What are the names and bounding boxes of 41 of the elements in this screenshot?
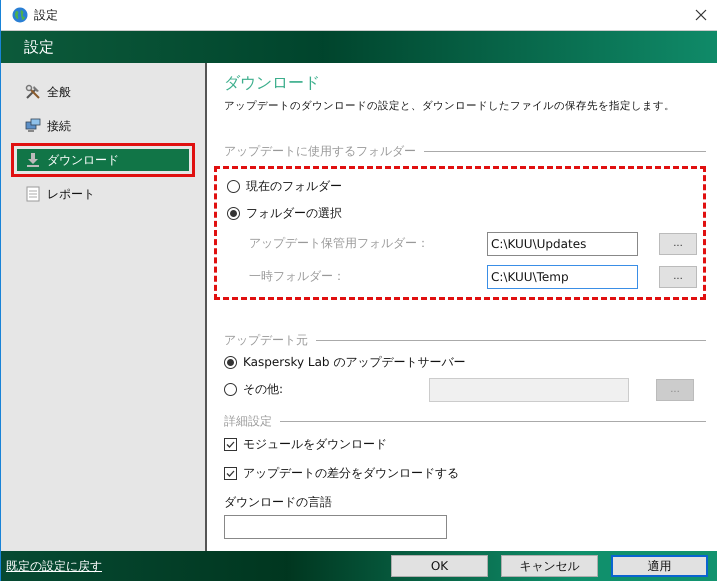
folder-field[interactable]: C:\KUU\Updates bbox=[487, 232, 638, 256]
section-title: アップデートに使用するフォルダー bbox=[224, 143, 416, 160]
download-icon bbox=[25, 152, 41, 168]
globe-icon bbox=[12, 7, 28, 23]
section-title: アップデート元 bbox=[224, 332, 308, 349]
dialog-button[interactable]: OK bbox=[391, 555, 488, 577]
field-label: ダウンロードの言語 bbox=[224, 494, 333, 511]
radio-label[interactable]: Kaspersky Lab のアップデートサーバー bbox=[243, 354, 466, 371]
field-label: 一時フォルダー： bbox=[248, 268, 346, 285]
header-title: 設定 bbox=[24, 38, 54, 56]
checkbox-label[interactable]: アップデートの差分をダウンロードする bbox=[243, 465, 459, 482]
browse-button[interactable]: ... bbox=[659, 232, 697, 254]
checkbox[interactable] bbox=[224, 467, 237, 480]
close-icon[interactable] bbox=[695, 9, 707, 21]
radio-button[interactable] bbox=[224, 383, 237, 396]
sidebar-item[interactable]: 全般 bbox=[17, 81, 189, 103]
radio-label[interactable]: フォルダーの選択 bbox=[246, 205, 342, 222]
window-title: 設定 bbox=[34, 6, 58, 24]
sidebar-item[interactable]: 接続 bbox=[17, 115, 189, 137]
radio-label[interactable]: その他: bbox=[243, 381, 284, 398]
page-description: アップデートのダウンロードの設定と、ダウンロードしたファイルの保存先を指定します。 bbox=[224, 99, 676, 113]
checkbox-label[interactable]: モジュールをダウンロード bbox=[243, 436, 387, 453]
dialog-button[interactable]: キャンセル bbox=[501, 555, 598, 577]
sidebar-item[interactable]: ダウンロード bbox=[17, 149, 189, 171]
language-field[interactable] bbox=[224, 515, 447, 539]
restore-defaults-link[interactable]: 既定の設定に戻す bbox=[6, 558, 102, 574]
radio-label[interactable]: 現在のフォルダー bbox=[246, 178, 342, 195]
field-label: アップデート保管用フォルダー： bbox=[248, 235, 430, 252]
dialog-button[interactable]: 適用 bbox=[611, 555, 708, 577]
computer-icon bbox=[25, 118, 41, 134]
folder-field[interactable]: C:\KUU\Temp bbox=[487, 264, 638, 288]
section-title: 詳細設定 bbox=[224, 413, 272, 430]
browse-button[interactable]: ... bbox=[659, 266, 697, 288]
checkbox[interactable] bbox=[224, 438, 237, 451]
sidebar-item[interactable]: レポート bbox=[17, 183, 189, 205]
radio-button[interactable] bbox=[227, 180, 240, 193]
tools-icon bbox=[25, 84, 41, 100]
page-title: ダウンロード bbox=[224, 73, 321, 94]
radio-button[interactable] bbox=[227, 207, 240, 220]
radio-button[interactable] bbox=[224, 356, 237, 369]
report-icon bbox=[25, 186, 41, 202]
